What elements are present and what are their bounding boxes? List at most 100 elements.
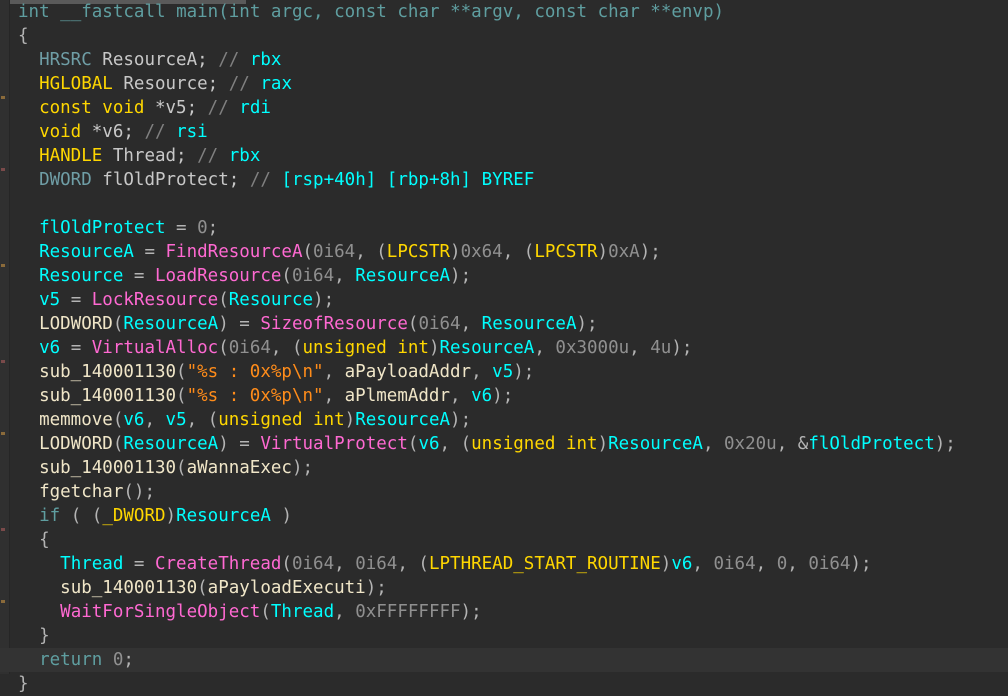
code-line-12[interactable]: v5 = LockResource(Resource); (10, 288, 1008, 312)
token-lfunc[interactable]: sub_140001130 (39, 458, 176, 478)
code-line-8[interactable] (10, 192, 1008, 216)
code-line-14[interactable]: v6 = VirtualAlloc(0i64, (unsigned int)Re… (10, 336, 1008, 360)
token-var[interactable]: v5 (166, 410, 187, 430)
token-lfunc[interactable]: sub_140001130 (60, 578, 197, 598)
token-var[interactable]: ResourceA (176, 506, 271, 526)
token-var[interactable]: ResourceA (482, 314, 577, 334)
token-var[interactable]: Resource (39, 266, 123, 286)
code-line-6[interactable]: HANDLE Thread; // rbx (10, 144, 1008, 168)
token-func[interactable]: FindResourceA (166, 242, 303, 262)
token-var[interactable]: v6 (39, 338, 60, 358)
token-punct: ; (207, 218, 219, 238)
token-var[interactable]: v6 (471, 386, 492, 406)
code-line-23[interactable]: Thread = CreateThread(0i64, 0i64, (LPTHR… (10, 552, 1008, 576)
gutter-mark-0[interactable] (1, 96, 5, 99)
code-line-10[interactable]: ResourceA = FindResourceA(0i64, (LPCSTR)… (10, 240, 1008, 264)
code-line-9[interactable]: flOldProtect = 0; (10, 216, 1008, 240)
code-line-4[interactable]: const void *v5; // rdi (10, 96, 1008, 120)
token-var[interactable]: v6 (671, 554, 692, 574)
token-lfunc[interactable]: LODWORD (39, 434, 113, 454)
token-lfunc[interactable]: aPlmemAddr (345, 386, 450, 406)
code-line-7[interactable]: DWORD flOldProtect; // [rsp+40h] [rbp+8h… (10, 168, 1008, 192)
token-lfunc[interactable]: aPayloadExecuti (208, 578, 366, 598)
code-line-24[interactable]: sub_140001130(aPayloadExecuti); (10, 576, 1008, 600)
token-var[interactable]: v6 (418, 434, 439, 454)
code-line-5[interactable]: void *v6; // rsi (10, 120, 1008, 144)
token-func[interactable]: LockResource (92, 290, 218, 310)
token-var[interactable]: ResourceA (355, 410, 450, 430)
token-var[interactable]: v5 (492, 362, 513, 382)
token-lfunc[interactable]: fgetchar (39, 482, 123, 502)
token-var[interactable]: v5 (39, 290, 60, 310)
code-line-2[interactable]: HRSRC ResourceA; // rbx (10, 48, 1008, 72)
token-num: 0 (776, 554, 788, 574)
code-line-17[interactable]: memmove(v6, v5, (unsigned int)ResourceA)… (10, 408, 1008, 432)
token-cmtmark: // (207, 98, 229, 118)
token-punct: , (787, 554, 809, 574)
token-var[interactable]: Resource (229, 290, 313, 310)
gutter-mark-2[interactable] (1, 264, 5, 267)
token-var[interactable]: ResourceA (608, 434, 703, 454)
token-func[interactable]: VirtualAlloc (92, 338, 218, 358)
token-punct: ); (576, 314, 598, 334)
code-line-0[interactable]: int __fastcall main(int argc, const char… (10, 0, 1008, 24)
token-lfunc[interactable]: aWannaExec (187, 458, 292, 478)
token-punct: { (39, 530, 50, 550)
token-kw: argc, (260, 2, 335, 22)
token-punct: ( (218, 290, 229, 310)
token-lfunc[interactable]: memmove (39, 410, 113, 430)
gutter-mark-1[interactable] (1, 168, 5, 171)
code-line-28[interactable]: } (10, 672, 1008, 696)
token-punct: } (18, 674, 29, 694)
token-num: 4u (650, 338, 672, 358)
code-line-21[interactable]: if ( (_DWORD)ResourceA ) (10, 504, 1008, 528)
token-var[interactable]: Thread (271, 602, 334, 622)
token-lfunc[interactable]: sub_140001130 (39, 362, 176, 382)
token-lfunc[interactable]: sub_140001130 (39, 386, 176, 406)
code-line-16[interactable]: sub_140001130("%s : 0x%p\n", aPlmemAddr,… (10, 384, 1008, 408)
token-func[interactable]: SizeofResource (260, 314, 408, 334)
code-line-13[interactable]: LODWORD(ResourceA) = SizeofResource(0i64… (10, 312, 1008, 336)
code-line-19[interactable]: sub_140001130(aWannaExec); (10, 456, 1008, 480)
code-line-27[interactable]: return 0; (0, 648, 1008, 672)
code-line-1[interactable]: { (10, 24, 1008, 48)
navigation-gutter[interactable] (0, 0, 10, 674)
code-line-15[interactable]: sub_140001130("%s : 0x%p\n", aPayloadAdd… (10, 360, 1008, 384)
code-line-3[interactable]: HGLOBAL Resource; // rax (10, 72, 1008, 96)
code-line-18[interactable]: LODWORD(ResourceA) = VirtualProtect(v6, … (10, 432, 1008, 456)
token-str: "%s : 0x%p\n" (186, 362, 324, 382)
token-type: const void (39, 98, 145, 118)
token-var[interactable]: ResourceA (39, 242, 134, 262)
code-area[interactable]: int __fastcall main(int argc, const char… (0, 0, 1008, 694)
code-line-26[interactable]: } (10, 624, 1008, 648)
token-lfunc[interactable]: LODWORD (39, 314, 113, 334)
token-var[interactable]: ResourceA (355, 266, 450, 286)
code-line-25[interactable]: WaitForSingleObject(Thread, 0xFFFFFFFF); (10, 600, 1008, 624)
token-func[interactable]: WaitForSingleObject (60, 602, 260, 622)
pseudocode-editor[interactable]: int __fastcall main(int argc, const char… (0, 0, 1008, 694)
code-line-11[interactable]: Resource = LoadResource(0i64, ResourceA)… (10, 264, 1008, 288)
token-func[interactable]: LoadResource (155, 266, 281, 286)
token-var[interactable]: flOldProtect (808, 434, 934, 454)
token-var[interactable]: flOldProtect (39, 218, 165, 238)
gutter-mark-6[interactable] (1, 600, 5, 603)
code-line-20[interactable]: fgetchar(); (10, 480, 1008, 504)
token-var[interactable]: Thread (60, 554, 123, 574)
token-var[interactable]: ResourceA (123, 314, 218, 334)
token-var[interactable]: ResourceA (123, 434, 218, 454)
token-lfunc[interactable]: aPayloadAddr (345, 362, 471, 382)
token-punct: ( (112, 410, 124, 430)
token-var[interactable]: ResourceA (440, 338, 535, 358)
gutter-mark-3[interactable] (1, 360, 5, 363)
token-var[interactable]: v6 (123, 410, 144, 430)
code-line-22[interactable]: { (10, 528, 1008, 552)
token-func[interactable]: CreateThread (155, 554, 281, 574)
gutter-mark-5[interactable] (1, 528, 5, 531)
token-func[interactable]: VirtualProtect (260, 434, 408, 454)
gutter-mark-4[interactable] (1, 432, 5, 435)
token-num: 0i64 (808, 554, 851, 574)
